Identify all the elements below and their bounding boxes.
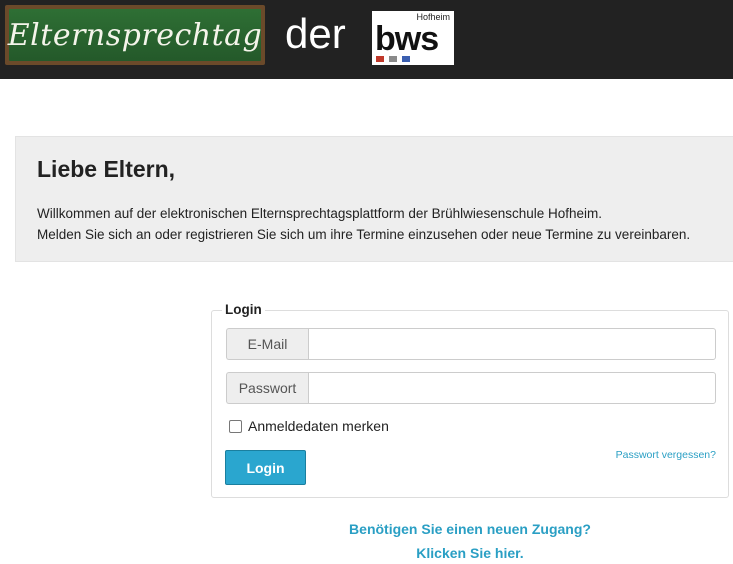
remember-me[interactable]: Anmeldedaten merken <box>229 418 389 434</box>
welcome-line-2: Melden Sie sich an oder registrieren Sie… <box>37 227 691 242</box>
password-input-group: Passwort <box>226 372 716 404</box>
email-field[interactable] <box>308 328 716 360</box>
register-section: Benötigen Sie einen neuen Zugang? Klicke… <box>211 517 729 564</box>
welcome-heading: Liebe Eltern, <box>37 156 176 182</box>
register-question-link[interactable]: Benötigen Sie einen neuen Zugang? <box>211 517 729 541</box>
elternsprechtag-logo: Elternsprechtag <box>5 5 265 65</box>
remember-checkbox[interactable] <box>229 419 242 433</box>
chalkboard-text: Elternsprechtag <box>7 17 263 53</box>
school-logo: Hofheim bws <box>372 11 454 65</box>
login-button[interactable]: Login <box>225 450 306 485</box>
email-input-group: E-Mail <box>226 328 716 360</box>
logo-color-squares <box>376 56 410 62</box>
email-label: E-Mail <box>226 328 308 360</box>
login-form: Login E-Mail Passwort Anmeldedaten merke… <box>211 302 729 498</box>
logo-square-grey <box>389 56 397 62</box>
welcome-line-1: Willkommen auf der elektronischen Eltern… <box>37 206 603 221</box>
login-legend: Login <box>222 302 265 317</box>
forgot-password-link[interactable]: Passwort vergessen? <box>616 449 716 461</box>
register-click-here-link[interactable]: Klicken Sie hier. <box>211 541 729 564</box>
remember-label: Anmeldedaten merken <box>248 418 389 434</box>
logo-square-blue <box>402 56 410 62</box>
welcome-box: Liebe Eltern, Willkommen auf der elektro… <box>15 136 733 262</box>
top-header: Elternsprechtag der Hofheim bws <box>0 0 733 79</box>
password-label: Passwort <box>226 372 308 404</box>
logo-word-text: bws <box>375 20 439 58</box>
logo-square-red <box>376 56 384 62</box>
header-connector-text: der <box>285 10 346 57</box>
chalkboard-panel: Elternsprechtag <box>7 9 263 61</box>
password-field[interactable] <box>308 372 716 404</box>
